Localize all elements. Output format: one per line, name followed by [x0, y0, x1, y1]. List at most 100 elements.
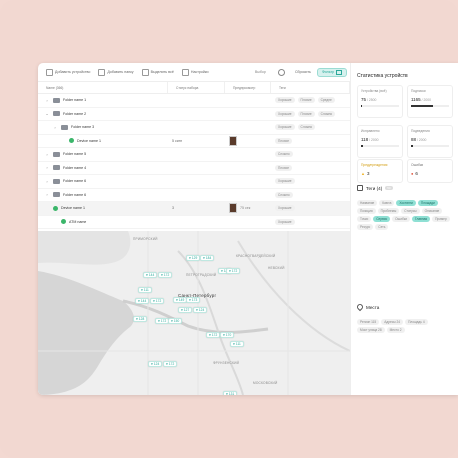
tag-chip[interactable]: Ресурс [357, 224, 374, 230]
column-name[interactable]: Name (366) [38, 82, 168, 93]
map-pin[interactable]: ♥ 172 [163, 361, 178, 367]
stat-progress-fill [361, 105, 363, 107]
stat-card[interactable]: Подписки 1165 / 2000 [407, 85, 453, 118]
filter-select[interactable]: Выбор [255, 70, 266, 74]
map-pin[interactable]: ♥ 111 [230, 341, 244, 347]
tag-pill[interactable]: Плохие [275, 164, 293, 171]
place-chip[interactable]: Место 2 [386, 327, 405, 333]
tag-chip[interactable]: Описание [421, 208, 443, 214]
chevron-icon[interactable]: › [52, 125, 58, 130]
add-group-button[interactable]: Добавить папку [98, 68, 134, 76]
table-row[interactable]: Device name 1 3 75 сек Хорошие [38, 202, 350, 216]
chevron-icon[interactable]: › [44, 192, 50, 197]
column-tags[interactable]: Теги [271, 82, 350, 93]
stat-card[interactable]: Ошибки ● 6 [407, 159, 453, 183]
tag-chip[interactable]: Точки [357, 216, 372, 222]
table-row[interactable]: › Folder name 4 Плохие [38, 162, 350, 175]
table-row[interactable]: › Folder name 5 Сложно [38, 148, 350, 162]
tag-pill[interactable]: Плохие [275, 137, 293, 144]
tag-pill[interactable]: Средне [317, 97, 335, 104]
place-chip[interactable]: Мост улица 28 [357, 327, 385, 333]
tag-chip[interactable]: Сервис [373, 216, 391, 222]
tag-chip[interactable]: Площади [417, 200, 438, 206]
stat-card[interactable]: Предупреждения ▲ 3 [357, 159, 403, 183]
chevron-icon[interactable]: ⌄ [44, 111, 50, 116]
map-pin[interactable]: ♥144 [143, 272, 158, 278]
chevron-icon[interactable]: › [44, 179, 50, 184]
map-pin[interactable]: ♥ 129 [186, 255, 201, 261]
settings-button[interactable]: Настройки [181, 68, 208, 76]
table-row[interactable]: ⌄ Folder name 2 Хорошие Плохие Сложно [38, 108, 350, 121]
apply-filter-button[interactable]: Фильтр [316, 67, 347, 77]
tag-pill[interactable]: Хорошие [275, 205, 295, 212]
tag-icon [357, 185, 363, 191]
place-chip[interactable]: Адресы 24 [381, 319, 404, 325]
column-preview[interactable]: Предпросмотр [225, 82, 271, 93]
tag-chip[interactable]: Статусы [401, 208, 420, 214]
tags-section-title[interactable]: Теги (4) 50 [357, 185, 393, 191]
map-pin[interactable]: ♥ 150 [168, 318, 183, 324]
chevron-icon[interactable]: › [44, 98, 50, 103]
map-pin[interactable]: ♥ 124 [193, 307, 208, 313]
map-pin[interactable]: ♥ 127 [178, 307, 193, 313]
map-pin[interactable]: ♥ 172 [150, 298, 165, 304]
tag-chip[interactable]: Проблемы [377, 208, 400, 214]
place-chip[interactable]: Площадь 4 [405, 319, 428, 325]
tag-chip[interactable]: Сеть [375, 224, 389, 230]
map-pin[interactable]: ♥ 173 [186, 297, 201, 303]
tag-pill[interactable]: Хорошие [275, 97, 295, 104]
stat-card[interactable]: Исправлено 118 / 2000 [357, 125, 403, 158]
tag-chip[interactable]: Ошибки [392, 216, 410, 222]
tag-pill[interactable]: Сложно [275, 191, 293, 198]
tag-pill[interactable]: Хорошие [275, 218, 295, 225]
select-all-button[interactable]: Выделить всё [141, 68, 174, 76]
table-row[interactable]: › Folder name 3 Хорошие Сложно [38, 121, 350, 135]
tag-pill[interactable]: Хорошие [275, 178, 295, 185]
reset-button[interactable]: Сбросить [295, 70, 311, 74]
map-pin[interactable]: ♥ 172 [226, 268, 241, 274]
tag-chip[interactable]: Каюта [379, 200, 395, 206]
stat-card[interactable]: Подведения 88 / 2000 [407, 125, 453, 158]
row-name: Device name 1 [77, 138, 101, 143]
map-pin[interactable]: ♥ 172 [158, 272, 173, 278]
map-view[interactable]: ПРИМОРСКИЙ КРАСНОГВАРДЕЙСКИЙ ПЕТРОГРАДСКИЙ… [38, 231, 350, 395]
table-row[interactable]: › Folder name 6 Хорошие [38, 175, 350, 189]
tag-chip[interactable]: Позиция [357, 208, 376, 214]
search-icon[interactable] [277, 68, 285, 76]
tag-pill[interactable]: Сложно [317, 110, 336, 117]
map-pin[interactable]: ♥ 170 [220, 332, 235, 338]
map-pin[interactable]: ♥ 184 [200, 255, 215, 261]
tag-pill[interactable]: Плохие [297, 110, 315, 117]
map-pin[interactable]: ♥ 172 [206, 332, 221, 338]
tag-pill[interactable]: Сложно [275, 151, 293, 158]
chevron-icon[interactable]: › [44, 152, 50, 157]
tags-cell: Хорошие [271, 218, 350, 225]
map-pin[interactable]: ♥ 131 [223, 391, 238, 395]
map-pin[interactable]: ♥144 [135, 298, 150, 304]
tag-pill[interactable]: Хорошие [275, 110, 295, 117]
preview-thumbnail[interactable] [229, 135, 237, 146]
stat-card[interactable]: Устройства (всё) 75 / 2500 [357, 85, 403, 118]
places-section-title[interactable]: Места [355, 302, 379, 312]
preview-cell: 75 сек [225, 203, 271, 214]
map-pin[interactable]: ♥ 111 [138, 287, 152, 293]
tag-chip[interactable]: Хостинги [396, 200, 416, 206]
tag-pill[interactable]: Плохие [297, 97, 315, 104]
tag-chip[interactable]: Пример [432, 216, 450, 222]
table-row[interactable]: › Folder name 6 Сложно [38, 189, 350, 202]
tag-pill[interactable]: Хорошие [275, 124, 295, 131]
add-device-button[interactable]: Добавить устройство [46, 68, 90, 76]
place-chip[interactable]: Регион 115 [357, 319, 380, 325]
table-row[interactable]: ATM name Хорошие [38, 216, 350, 229]
tag-pill[interactable]: Сложно [297, 124, 316, 131]
tag-chip[interactable]: Главная [412, 216, 431, 222]
column-status[interactable]: Статус набора [168, 82, 225, 93]
map-pin[interactable]: ♥ 128 [133, 316, 148, 322]
map-pin[interactable]: ♥ 124 [148, 361, 163, 367]
preview-thumbnail[interactable] [229, 203, 237, 214]
table-row[interactable]: Device name 1 5 сигн Плохие [38, 135, 350, 148]
chevron-icon[interactable]: › [44, 165, 50, 170]
tags-cell: Хорошие Плохие Средне [271, 97, 350, 104]
table-row[interactable]: › Folder name 1 Хорошие Плохие Средне [38, 94, 350, 108]
tag-chip[interactable]: Название [357, 200, 378, 206]
